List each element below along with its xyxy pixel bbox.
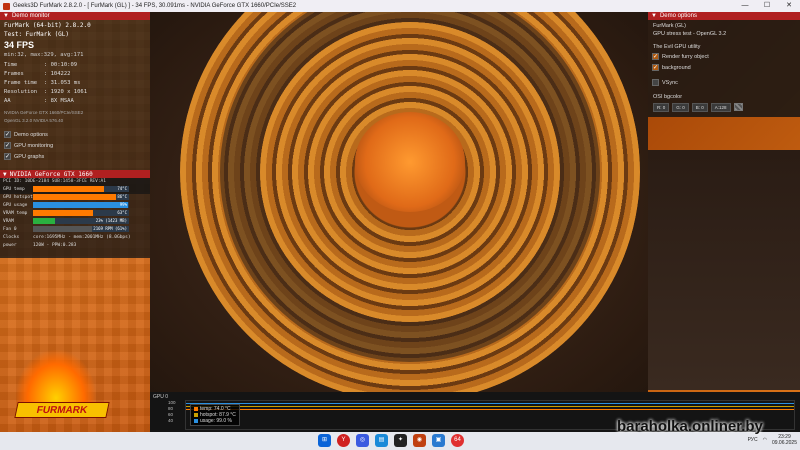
app-icon [3,2,10,10]
gpu-metric-row: Fan 0 2169 RPM (61%) [3,226,129,232]
color-a-field[interactable]: A:128 [710,103,731,112]
window-titlebar: Geeks3D FurMark 2.8.2.0 - [ FurMark (GL)… [0,0,800,12]
collapse-icon[interactable]: ▼ [3,13,9,19]
gpu-metric-row: GPU hotspot 86°C [3,194,129,200]
minimize-button[interactable]: — [734,0,756,12]
test-name: Test: FurMark (GL) [4,31,70,38]
vsync-checkbox[interactable]: VSync [648,77,800,88]
fur-donut [180,12,640,392]
gpu-monitoring-checkbox[interactable]: ✓ GPU monitoring [0,140,150,151]
fps-value: 34 FPS [4,40,35,50]
stats-list: Time: 00:10:09 Frames: 104222 Frame time… [4,62,88,104]
color-r-field[interactable]: R: 0 [653,103,670,112]
power-value: 120W - PPW:0.283 [33,242,77,248]
demo-options-checkbox[interactable]: ✓ Demo options [0,129,150,140]
collapse-icon: ▼ [651,13,657,19]
check-icon: ✓ [652,53,659,60]
options-tagline: The Evil GPU utility [653,44,701,50]
window-title: Geeks3D FurMark 2.8.2.0 - [ FurMark (GL)… [13,3,297,9]
unchecked-icon [652,79,659,86]
app-icon[interactable]: ✦ [394,434,407,447]
graph-title: GPU 0 [153,394,169,400]
flame-icon [16,350,96,410]
graph-legend: temp: 74.0 °C hotspot: 87.9 °C usage: 99… [190,404,240,426]
collapse-icon: ▼ [3,170,7,178]
color-g-field[interactable]: G: 0 [672,103,689,112]
options-title: FurMark (GL) [653,23,686,29]
system-tray: РУС ◠ 23:29 09.06.2025 [748,434,797,446]
clock[interactable]: 23:29 09.06.2025 [772,434,797,446]
demo-monitor-header[interactable]: ▼ Demo monitor [0,12,150,20]
color-b-field[interactable]: B: 0 [691,103,708,112]
osi-bgcolor-label: OSI bgcolor [653,94,683,100]
demo-options-header[interactable]: ▼ Demo options [648,12,800,20]
start-icon[interactable]: ⊞ [318,434,331,447]
yandex-browser-icon[interactable]: Y [337,434,350,447]
window-icon[interactable]: ▣ [432,434,445,447]
gpu-panel-header[interactable]: ▼ NVIDIA GeForce GTX 1660 [0,170,150,178]
check-icon: ✓ [4,131,11,138]
watermark-text: baraholka.onliner.by [617,418,763,435]
gpu-metric-row: GPU usage 99% [3,202,129,208]
wifi-icon[interactable]: ◠ [763,437,767,443]
check-icon: ✓ [4,153,11,160]
graph-axis: 100 80 60 40 [168,400,176,423]
options-subtitle: GPU stress test - OpenGL 3.2 [653,31,727,37]
cpu-z-icon[interactable]: 64 [451,434,464,447]
osi-color-fields: R: 0 G: 0 B: 0 A:128 [648,101,800,114]
background-checkbox[interactable]: ✓ background [648,62,800,73]
mail-icon[interactable]: ▤ [375,434,388,447]
demo-options-panel: ▼ Demo options FurMark (GL) GPU stress te… [648,12,800,117]
furmark-icon[interactable]: ◉ [413,434,426,447]
render-furry-checkbox[interactable]: ✓ Render furry object [648,51,800,62]
gpu-metric-row: VRAM 23% (1423 MB) [3,218,129,224]
check-icon: ✓ [4,142,11,149]
renderer-info: NVIDIA GeForce GTX 1660/PCIe/SSE2 [4,110,84,115]
furmark-logo: FURMARK [8,330,110,430]
messenger-icon[interactable]: ◎ [356,434,369,447]
demo-monitor-panel: ▼ Demo monitor FurMark (64-bit) 2.8.2.0 … [0,12,150,194]
gpu-graphs-checkbox[interactable]: ✓ GPU graphs [0,151,150,162]
maximize-button[interactable]: ☐ [756,0,778,12]
color-swatch[interactable] [733,103,743,111]
gpu-metric-row: GPU temp 74°C [3,186,129,192]
opengl-info: OpenGL 3.2.0 NVIDIA 576.40 [4,118,64,123]
app-version: FurMark (64-bit) 2.8.2.0 [4,22,91,29]
close-button[interactable]: ✕ [778,0,800,12]
fur-render-viewport [150,12,648,392]
lang-indicator[interactable]: РУС [748,437,758,443]
gpu-metric-row: VRAM temp 63°C [3,210,129,216]
check-icon: ✓ [652,64,659,71]
gpu-monitor-panel: ▼ NVIDIA GeForce GTX 1660 PCI ID: 10DE-21… [0,170,150,258]
pci-id: PCI ID: 10DE-2184 SUB:1458-3FCE REV:A1 [3,179,106,184]
background-right [648,150,800,390]
clocks-value: core:1695MHz - mem:2001MHz (8.0Gbps) [33,234,131,240]
